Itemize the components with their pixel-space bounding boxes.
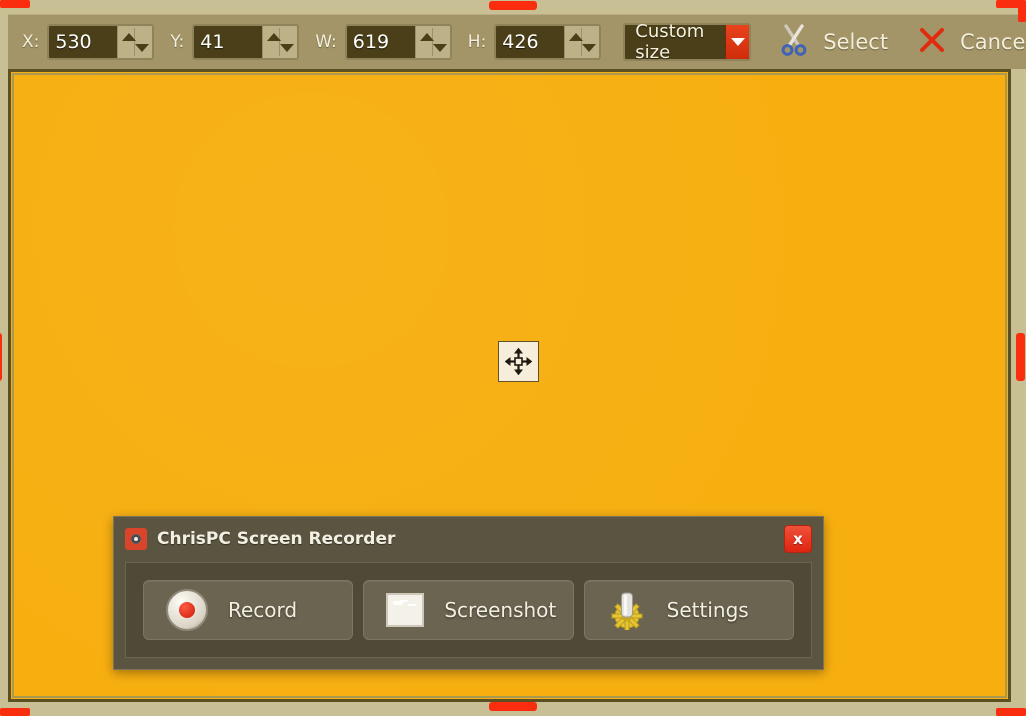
spin-up-icon[interactable]	[267, 33, 282, 41]
y-coordinate-label: Y:	[170, 32, 185, 52]
chrispc-screen-recorder-window[interactable]: ChrisPC Screen Recorder x Record Screens…	[113, 516, 824, 670]
x-coordinate-field: X: 530	[22, 24, 155, 60]
resize-handle-bottom-right[interactable]	[996, 702, 1026, 716]
cancel-button[interactable]: Cancel	[918, 26, 1026, 58]
record-button[interactable]: Record	[143, 580, 354, 640]
scissors-icon	[779, 24, 809, 60]
resize-handle-middle-left[interactable]	[0, 333, 2, 381]
select-button[interactable]: Select	[779, 24, 888, 60]
caret-shape	[730, 38, 745, 46]
screenshot-button[interactable]: Screenshot	[363, 580, 574, 640]
settings-button[interactable]: Settings	[583, 580, 794, 640]
cancel-button-label: Cancel	[960, 30, 1026, 54]
spin-up-icon[interactable]	[122, 33, 137, 41]
height-input[interactable]: 426	[496, 26, 565, 58]
resize-handle-bottom-left[interactable]	[0, 702, 30, 716]
spin-up-icon[interactable]	[419, 33, 434, 41]
x-coordinate-input[interactable]: 530	[49, 26, 118, 58]
screenshot-button-label: Screenshot	[444, 598, 557, 622]
width-field: W: 619	[315, 24, 452, 60]
spin-down-icon[interactable]	[135, 44, 150, 52]
spin-down-icon[interactable]	[432, 44, 447, 52]
resize-handle-top-center[interactable]	[489, 1, 537, 10]
resize-handle-middle-right[interactable]	[1016, 333, 1025, 381]
spin-down-icon[interactable]	[582, 44, 597, 52]
screen-capture-overlay: X: 530 Y: 41 W: 619 H: 426 Custom size S…	[0, 0, 1026, 716]
y-coordinate-input[interactable]: 41	[194, 26, 263, 58]
height-spin-buttons[interactable]	[564, 26, 600, 58]
capture-toolbar: X: 530 Y: 41 W: 619 H: 426 Custom size S…	[8, 14, 1026, 69]
height-field: H: 426	[468, 24, 602, 60]
height-label: H:	[467, 32, 487, 52]
y-coordinate-field: Y: 41	[170, 24, 300, 60]
x-mark-icon	[918, 26, 946, 58]
settings-button-label: Settings	[666, 598, 749, 622]
x-coordinate-label: X:	[22, 32, 40, 52]
width-label: W:	[315, 32, 337, 52]
dialog-button-bar: Record Screenshot Settings	[125, 562, 812, 658]
width-spin-buttons[interactable]	[414, 26, 450, 58]
move-arrows-icon[interactable]	[498, 341, 539, 382]
dialog-titlebar[interactable]: ChrisPC Screen Recorder x	[114, 517, 823, 561]
size-preset-dropdown[interactable]: Custom size	[623, 21, 752, 63]
width-input[interactable]: 619	[346, 26, 415, 58]
height-stepper[interactable]: 426	[494, 24, 602, 60]
gear-screwdriver-icon	[607, 590, 647, 632]
x-coordinate-stepper[interactable]: 530	[47, 24, 155, 60]
size-preset-value: Custom size	[635, 21, 705, 63]
record-button-label: Record	[228, 598, 298, 622]
width-stepper[interactable]: 619	[344, 24, 452, 60]
spin-up-icon[interactable]	[569, 33, 584, 41]
window-title: ChrisPC Screen Recorder	[157, 529, 396, 549]
resize-handle-bottom-center[interactable]	[489, 702, 537, 711]
x-coordinate-spin-buttons[interactable]	[117, 26, 153, 58]
spin-down-icon[interactable]	[280, 44, 295, 52]
chevron-down-icon[interactable]	[725, 25, 750, 59]
select-button-label: Select	[823, 30, 889, 54]
close-icon[interactable]: x	[784, 525, 812, 553]
resize-handle-top-right[interactable]	[996, 0, 1026, 30]
photo-icon	[386, 593, 425, 627]
y-coordinate-stepper[interactable]: 41	[192, 24, 300, 60]
camera-icon	[125, 528, 147, 550]
y-coordinate-spin-buttons[interactable]	[262, 26, 298, 58]
record-dot-icon	[166, 589, 208, 631]
resize-handle-top-left[interactable]	[0, 0, 30, 30]
